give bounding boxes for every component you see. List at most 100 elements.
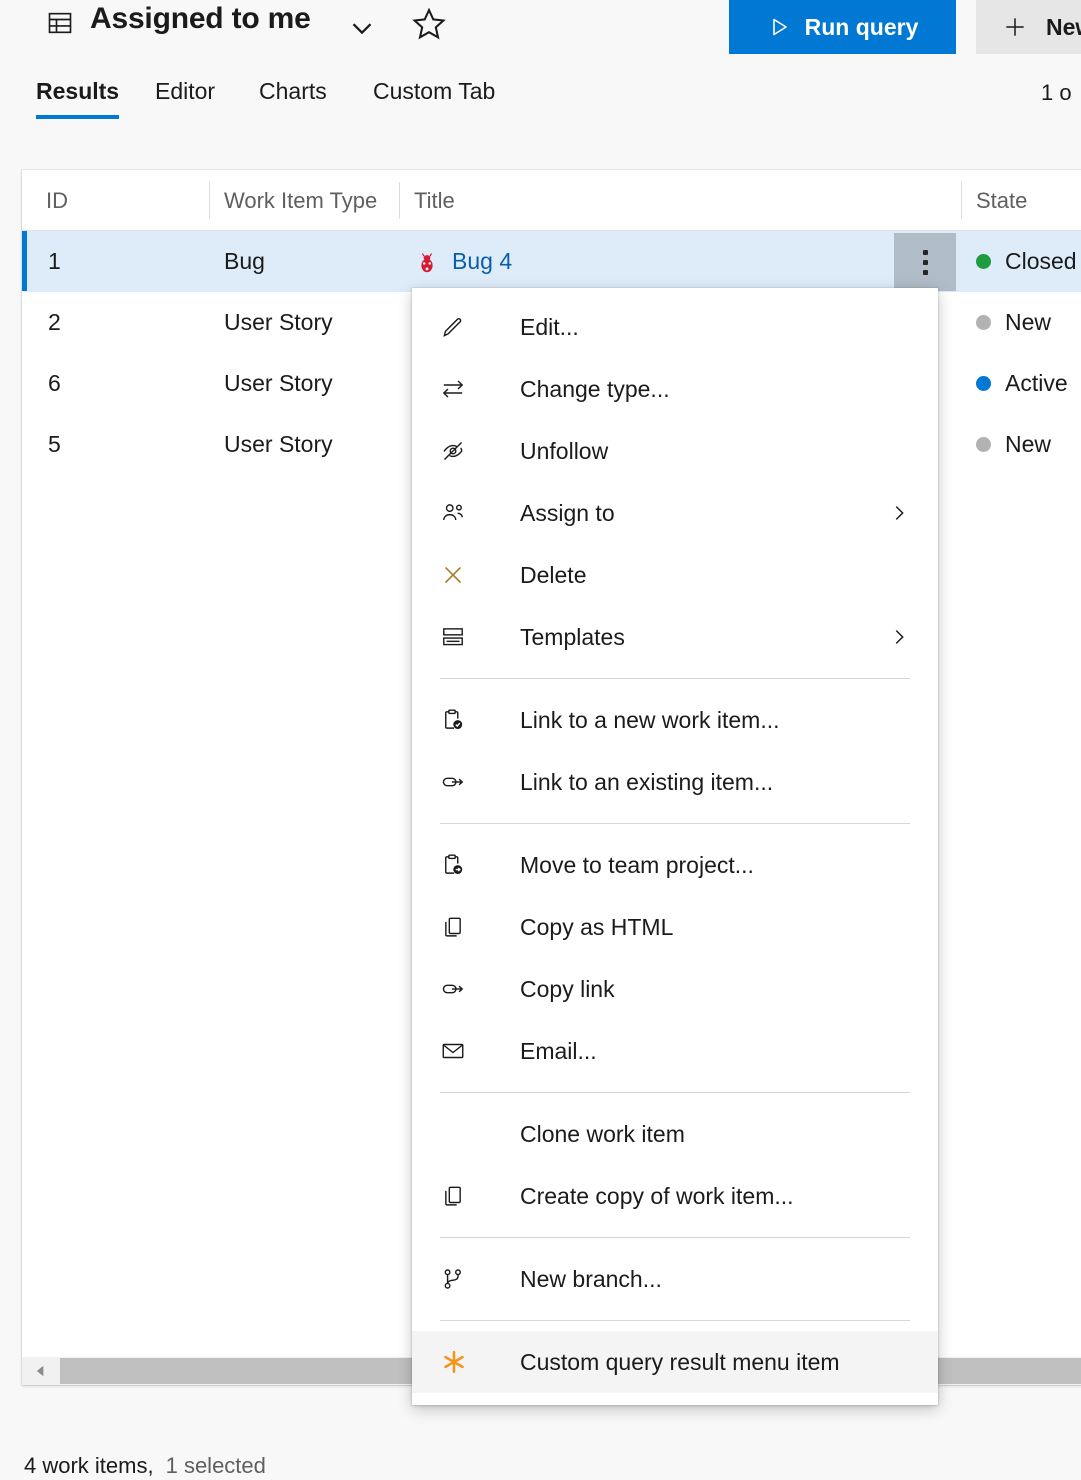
menu-item-label: Copy link [520,976,615,1003]
eye-off-icon [440,436,474,466]
page-header: Assigned to me Run query [0,0,1081,58]
cell-id: 5 [48,414,61,475]
clipboard-arrow-icon [440,850,474,880]
menu-divider [440,1092,910,1093]
row-context-menu: Edit... Change type... Unfollow [412,288,938,1405]
status-bar: 4 work items, 1 selected [24,1453,266,1479]
tab-charts[interactable]: Charts [259,78,327,113]
status-badge [976,437,991,452]
cell-title: Bug 4 [414,231,512,292]
new-work-item-button[interactable]: New [976,0,1081,54]
play-icon [767,15,791,39]
menu-item-link-to-existing-item[interactable]: Link to an existing item... [412,751,938,813]
row-context-menu-button[interactable] [894,233,956,291]
cell-state-label: New [1005,309,1051,336]
grid-header-row: ID Work Item Type Title State [22,170,1081,231]
link-icon [440,767,474,797]
menu-item-label: Move to team project... [520,852,754,879]
cell-id: 1 [48,231,61,292]
column-header-work-item-type[interactable]: Work Item Type [224,170,377,231]
asterisk-icon [440,1347,474,1377]
menu-item-clone-work-item[interactable]: Clone work item [412,1103,938,1165]
menu-item-create-copy-of-work-item[interactable]: Create copy of work item... [412,1165,938,1227]
selected-count: 1 selected [166,1453,266,1479]
menu-divider [440,678,910,679]
star-icon[interactable] [410,5,448,43]
menu-item-delete[interactable]: Delete [412,544,938,606]
menu-item-change-type[interactable]: Change type... [412,358,938,420]
tab-editor[interactable]: Editor [155,78,215,113]
status-badge [976,254,991,269]
menu-divider [440,1237,910,1238]
menu-item-label: Custom query result menu item [520,1349,840,1376]
cell-state-label: Active [1005,370,1068,397]
cell-state: Closed [976,231,1077,292]
cell-work-item-type: User Story [224,353,333,414]
run-query-button[interactable]: Run query [729,0,956,54]
menu-divider [440,823,910,824]
cell-state: New [976,292,1051,353]
menu-item-link-to-new-work-item[interactable]: Link to a new work item... [412,689,938,751]
column-header-state[interactable]: State [976,170,1027,231]
new-button-label: New [1046,14,1081,41]
bug-icon [414,249,440,275]
close-x-icon [440,560,474,590]
chevron-right-icon [888,502,910,524]
clipboard-check-icon [440,705,474,735]
cell-id: 2 [48,292,61,353]
copy-icon [440,1181,474,1211]
menu-item-label: Unfollow [520,438,608,465]
cell-work-item-type: Bug [224,231,265,292]
menu-item-label: Edit... [520,314,579,341]
cell-state-label: New [1005,431,1051,458]
menu-item-label: New branch... [520,1266,662,1293]
menu-item-label: Clone work item [520,1121,685,1148]
chevron-down-icon[interactable] [345,10,379,44]
no-icon [440,1119,474,1149]
menu-item-move-to-team-project[interactable]: Move to team project... [412,834,938,896]
menu-item-label: Create copy of work item... [520,1183,794,1210]
pencil-icon [440,312,474,342]
cell-work-item-type: User Story [224,414,333,475]
cell-title-link[interactable]: Bug 4 [452,248,512,275]
menu-item-custom-query-result[interactable]: Custom query result menu item [412,1331,938,1393]
page-title: Assigned to me [90,2,311,36]
menu-item-edit[interactable]: Edit... [412,296,938,358]
tab-bar: Results Editor Charts Custom Tab 1 o [0,78,1081,138]
menu-item-assign-to[interactable]: Assign to [412,482,938,544]
menu-item-label: Email... [520,1038,597,1065]
column-header-title[interactable]: Title [414,170,455,231]
status-badge [976,376,991,391]
menu-item-label: Templates [520,624,625,651]
copy-icon [440,912,474,942]
caret-left-icon[interactable] [22,1357,60,1385]
column-header-id[interactable]: ID [46,170,68,231]
result-count-label: 1 o [1041,80,1081,106]
tab-custom-tab[interactable]: Custom Tab [373,78,495,113]
menu-item-label: Delete [520,562,586,589]
people-icon [440,498,474,528]
cell-state: New [976,414,1051,475]
menu-item-new-branch[interactable]: New branch... [412,1248,938,1310]
templates-icon [440,622,474,652]
menu-item-email[interactable]: Email... [412,1020,938,1082]
menu-item-copy-link[interactable]: Copy link [412,958,938,1020]
menu-item-unfollow[interactable]: Unfollow [412,420,938,482]
query-table-icon [46,9,74,37]
menu-item-copy-as-html[interactable]: Copy as HTML [412,896,938,958]
status-badge [976,315,991,330]
chevron-right-icon [888,626,910,648]
more-vertical-icon [923,250,928,275]
mail-icon [440,1036,474,1066]
menu-item-label: Copy as HTML [520,914,673,941]
run-query-label: Run query [805,14,919,41]
swap-icon [440,374,474,404]
menu-item-label: Link to a new work item... [520,707,780,734]
menu-item-label: Assign to [520,500,615,527]
work-item-count: 4 work items, [24,1453,154,1479]
table-row[interactable]: 1 Bug [22,231,1081,292]
cell-id: 6 [48,353,61,414]
menu-item-templates[interactable]: Templates [412,606,938,668]
cell-state-label: Closed [1005,248,1077,275]
tab-results[interactable]: Results [36,78,119,113]
